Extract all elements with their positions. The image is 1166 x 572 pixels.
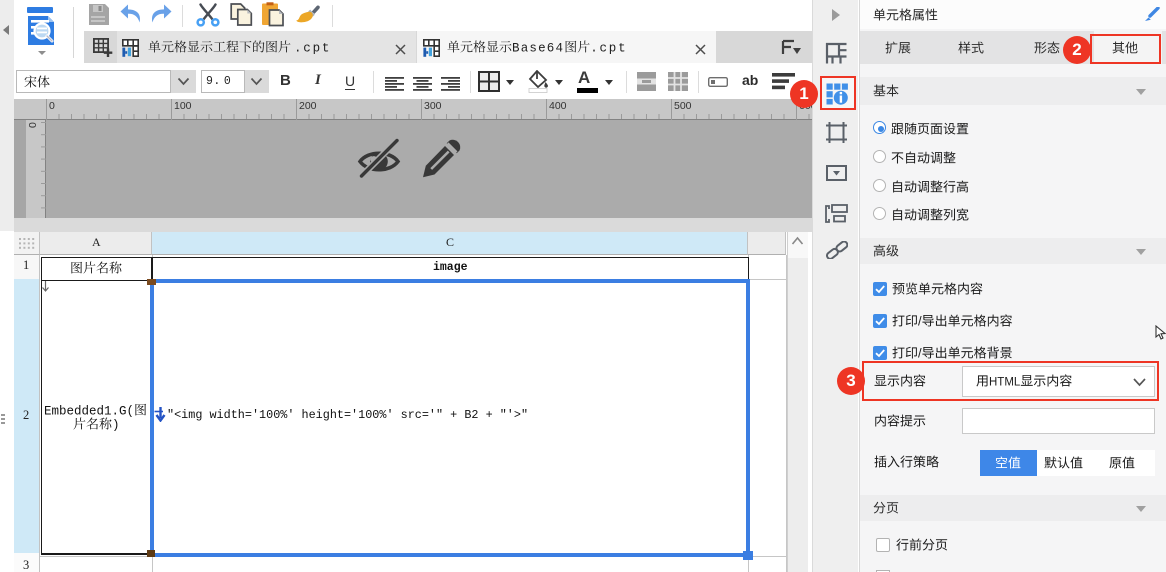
svg-text:.cpt: .cpt: [590, 41, 627, 55]
svg-text:/: /: [918, 313, 922, 328]
svg-text:.cpt: .cpt: [294, 41, 331, 55]
svg-text:HTML: HTML: [989, 376, 1021, 388]
svg-text:): ): [112, 418, 120, 432]
svg-text:/: /: [918, 345, 922, 360]
svg-text:Base64: Base64: [512, 41, 564, 55]
